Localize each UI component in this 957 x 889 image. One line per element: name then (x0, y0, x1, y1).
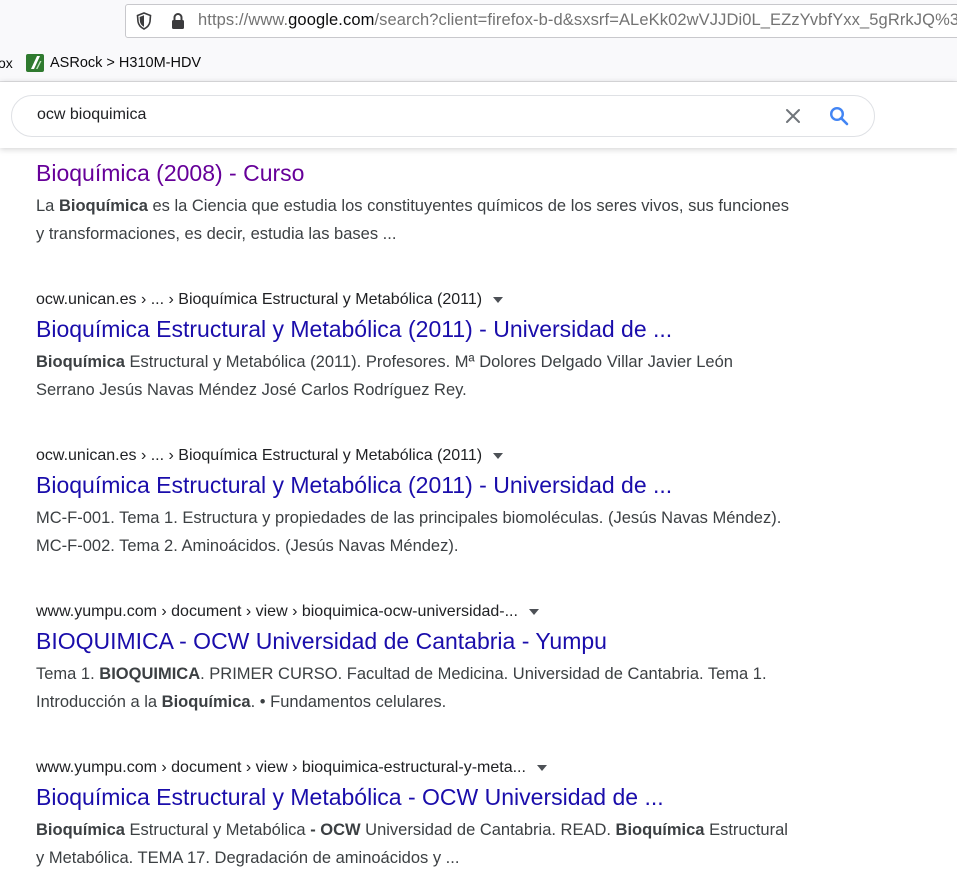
search-result: ocw.unican.es › ... › Bioquímica Estruct… (36, 290, 796, 404)
url-prefix: https://www. (198, 11, 289, 29)
result-title-link[interactable]: Bioquímica (2008) - Curso (36, 158, 796, 188)
url-domain: google.com (288, 11, 375, 29)
url-toolbar: https://www.google.com/search?client=fir… (0, 0, 957, 44)
result-snippet: La Bioquímica es la Ciencia que estudia … (36, 192, 796, 248)
result-cite-text[interactable]: ocw.unican.es › ... › Bioquímica Estruct… (36, 446, 482, 466)
search-input[interactable]: ocw bioquimica (37, 106, 146, 124)
clear-search-icon[interactable] (784, 107, 802, 125)
snippet-text: MC-F-001. Tema 1. Estructura y propiedad… (36, 509, 782, 555)
address-bar[interactable]: https://www.google.com/search?client=fir… (125, 4, 957, 38)
search-result: ocw.unican.es › Cursos › Ciencias de la … (36, 134, 796, 248)
result-title-link[interactable]: Bioquímica Estructural y Metabólica (201… (36, 470, 796, 500)
search-header: ocw bioquimica (0, 82, 957, 148)
result-cite: www.yumpu.com › document › view › bioqui… (36, 602, 796, 622)
asrock-favicon-icon (26, 54, 44, 72)
snippet-highlight: BIOQUIMICA (99, 665, 201, 683)
url-text[interactable]: https://www.google.com/search?client=fir… (198, 11, 957, 30)
cite-dropdown-arrow-icon[interactable] (493, 453, 504, 459)
snippet-text: es la Ciencia que estudia los constituye… (36, 197, 789, 243)
result-snippet: Bioquímica Estructural y Metabólica - OC… (36, 816, 796, 872)
cite-dropdown-arrow-icon[interactable] (536, 765, 547, 771)
result-title-link[interactable]: Bioquímica Estructural y Metabólica - OC… (36, 782, 796, 812)
cite-dropdown-arrow-icon[interactable] (528, 609, 539, 615)
result-cite-text[interactable]: www.yumpu.com › document › view › bioqui… (36, 602, 518, 622)
search-result: www.yumpu.com › document › view › bioqui… (36, 758, 796, 872)
result-cite-text[interactable]: www.yumpu.com › document › view › bioqui… (36, 758, 526, 778)
bookmarks-toolbar: ox ASRock > H310M-HDV (0, 44, 957, 82)
search-result: ocw.unican.es › ... › Bioquímica Estruct… (36, 446, 796, 560)
snippet-highlight: Bioquímica (58, 197, 148, 215)
lock-icon[interactable] (171, 12, 185, 30)
snippet-highlight: - OCW (310, 821, 361, 839)
snippet-text: . • Fundamentos celulares. (250, 693, 447, 711)
result-snippet: Bioquímica Estructural y Metabólica (201… (36, 348, 796, 404)
bookmark-asrock[interactable]: ASRock > H310M-HDV (26, 52, 201, 74)
result-cite: ocw.unican.es › ... › Bioquímica Estruct… (36, 446, 796, 466)
result-title-link[interactable]: BIOQUIMICA - OCW Universidad de Cantabri… (36, 626, 796, 656)
tracking-protection-shield-icon[interactable] (136, 12, 152, 30)
snippet-text: Estructural y Metabólica (2011). Profeso… (36, 353, 733, 399)
search-result: www.yumpu.com › document › view › bioqui… (36, 602, 796, 716)
cite-dropdown-arrow-icon[interactable] (493, 297, 504, 303)
result-cite-text[interactable]: ocw.unican.es › ... › Bioquímica Estruct… (36, 290, 482, 310)
search-box[interactable]: ocw bioquimica (11, 95, 875, 137)
snippet-text: Estructural y Metabólica (124, 821, 311, 839)
snippet-highlight: Bioquímica (615, 821, 705, 839)
snippet-text: La (36, 197, 59, 215)
snippet-highlight: Bioquímica (36, 353, 125, 371)
snippet-highlight: Bioquímica (161, 693, 251, 711)
bookmark-label: ASRock > H310M-HDV (50, 55, 202, 71)
snippet-text: Tema 1. (36, 665, 100, 683)
result-snippet: MC-F-001. Tema 1. Estructura y propiedad… (36, 504, 796, 560)
result-snippet: Tema 1. BIOQUIMICA. PRIMER CURSO. Facult… (36, 660, 796, 716)
result-title-link[interactable]: Bioquímica Estructural y Metabólica (201… (36, 314, 796, 344)
bookmark-cut-label[interactable]: ox (0, 55, 13, 71)
result-cite: ocw.unican.es › ... › Bioquímica Estruct… (36, 290, 796, 310)
result-cite: www.yumpu.com › document › view › bioqui… (36, 758, 796, 778)
snippet-highlight: Bioquímica (36, 821, 125, 839)
search-icon[interactable] (829, 106, 849, 126)
snippet-text: Universidad de Cantabria. READ. (360, 821, 616, 839)
url-suffix: /search?client=firefox-b-d&sxsrf=ALeKk02… (374, 11, 957, 29)
